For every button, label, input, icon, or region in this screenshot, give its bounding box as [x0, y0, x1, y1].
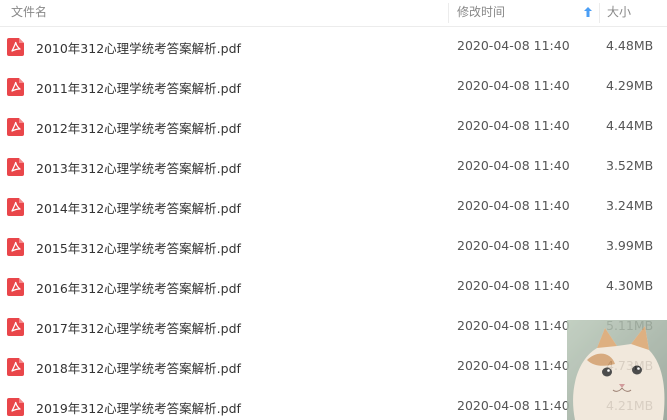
pdf-icon	[7, 118, 24, 136]
file-name[interactable]: 2019年312心理学统考答案解析.pdf	[36, 398, 241, 417]
file-name[interactable]: 2017年312心理学统考答案解析.pdf	[36, 318, 241, 337]
file-name[interactable]: 2016年312心理学统考答案解析.pdf	[36, 278, 241, 297]
file-row[interactable]: 2015年312心理学统考答案解析.pdf 2020-04-08 11:40 3.9…	[0, 227, 667, 267]
file-name[interactable]: 2011年312心理学统考答案解析.pdf	[36, 78, 241, 97]
file-size: 4.44MB	[606, 118, 654, 133]
file-modified-date: 2020-04-08 11:40	[457, 158, 570, 173]
file-modified-date: 2020-04-08 11:40	[457, 278, 570, 293]
file-modified-date: 2020-04-08 11:40	[457, 78, 570, 93]
pdf-icon	[7, 398, 24, 416]
file-size: 3.52MB	[606, 158, 654, 173]
file-modified-date: 2020-04-08 11:40	[457, 38, 570, 53]
file-modified-date: 2020-04-08 11:40	[457, 118, 570, 133]
file-row[interactable]: 2013年312心理学统考答案解析.pdf 2020-04-08 11:40 3.5…	[0, 147, 667, 187]
pdf-icon	[7, 358, 24, 376]
file-name[interactable]: 2013年312心理学统考答案解析.pdf	[36, 158, 241, 177]
file-row[interactable]: 2012年312心理学统考答案解析.pdf 2020-04-08 11:40 4.4…	[0, 107, 667, 147]
column-divider[interactable]	[599, 3, 600, 23]
pdf-icon	[7, 318, 24, 336]
file-row[interactable]: 2017年312心理学统考答案解析.pdf 2020-04-08 11:40 5.1…	[0, 307, 667, 347]
file-size: 4.73MB	[606, 358, 654, 373]
column-divider[interactable]	[448, 3, 449, 23]
file-size: 4.29MB	[606, 78, 654, 93]
column-header-modified[interactable]: 修改时间	[457, 0, 587, 26]
file-name[interactable]: 2014年312心理学统考答案解析.pdf	[36, 198, 241, 217]
pdf-icon	[7, 158, 24, 176]
file-size: 5.11MB	[606, 318, 654, 333]
file-name[interactable]: 2018年312心理学统考答案解析.pdf	[36, 358, 241, 377]
file-size: 3.24MB	[606, 198, 654, 213]
pdf-icon	[7, 38, 24, 56]
column-header-size[interactable]: 大小	[607, 0, 662, 26]
file-modified-date: 2020-04-08 11:40	[457, 398, 570, 413]
file-modified-date: 2020-04-08 11:40	[457, 238, 570, 253]
file-name[interactable]: 2015年312心理学统考答案解析.pdf	[36, 238, 241, 257]
file-row[interactable]: 2019年312心理学统考答案解析.pdf 2020-04-08 11:40 4.2…	[0, 387, 667, 420]
file-modified-date: 2020-04-08 11:40	[457, 358, 570, 373]
file-name[interactable]: 2012年312心理学统考答案解析.pdf	[36, 118, 241, 137]
file-row[interactable]: 2014年312心理学统考答案解析.pdf 2020-04-08 11:40 3.2…	[0, 187, 667, 227]
pdf-icon	[7, 78, 24, 96]
pdf-icon	[7, 198, 24, 216]
file-size: 4.21MB	[606, 398, 654, 413]
file-modified-date: 2020-04-08 11:40	[457, 318, 570, 333]
file-row[interactable]: 2011年312心理学统考答案解析.pdf 2020-04-08 11:40 4.2…	[0, 67, 667, 107]
file-name[interactable]: 2010年312心理学统考答案解析.pdf	[36, 38, 241, 57]
pdf-icon	[7, 238, 24, 256]
pdf-icon	[7, 278, 24, 296]
file-size: 3.99MB	[606, 238, 654, 253]
file-list: 2010年312心理学统考答案解析.pdf 2020-04-08 11:40 4.4…	[0, 27, 667, 420]
file-row[interactable]: 2010年312心理学统考答案解析.pdf 2020-04-08 11:40 4.4…	[0, 27, 667, 67]
file-size: 4.30MB	[606, 278, 654, 293]
arrow-up-icon[interactable]	[583, 6, 593, 18]
file-row[interactable]: 2018年312心理学统考答案解析.pdf 2020-04-08 11:40 4.7…	[0, 347, 667, 387]
file-modified-date: 2020-04-08 11:40	[457, 198, 570, 213]
column-header-name[interactable]: 文件名	[11, 0, 441, 26]
file-list-header: 文件名 修改时间 大小	[0, 0, 667, 27]
file-row[interactable]: 2016年312心理学统考答案解析.pdf 2020-04-08 11:40 4.3…	[0, 267, 667, 307]
file-size: 4.48MB	[606, 38, 654, 53]
